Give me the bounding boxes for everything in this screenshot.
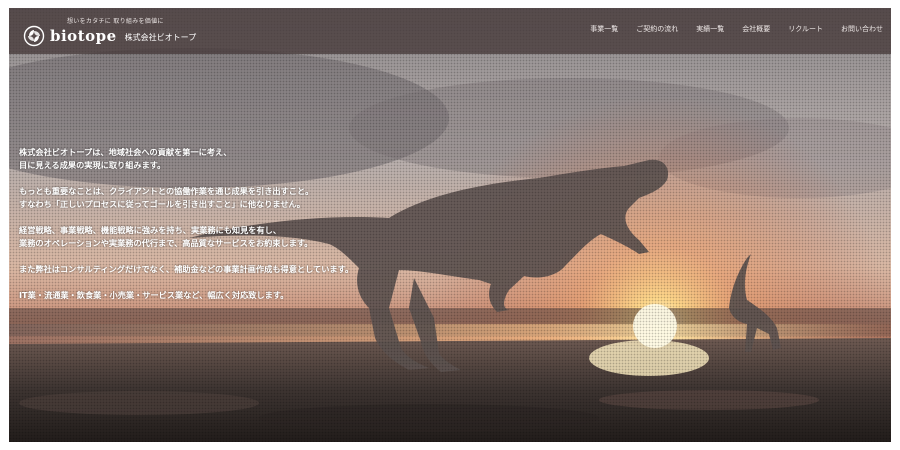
hero-line: また弊社はコンサルティングだけでなく、補助金などの事業計画作成も得意としています… — [19, 264, 354, 274]
nav-company-profile[interactable]: 会社概要 — [742, 24, 770, 34]
hero-line: IT業・流通業・飲食業・小売業・サービス業など、幅広く対応致します。 — [19, 290, 289, 300]
hero-line: もっとも重要なことは、クライアントとの協働作業を通じ成果を引き出すこと。 — [19, 186, 314, 196]
company-name: 株式会社ビオトープ — [124, 32, 197, 42]
nav-contact[interactable]: お問い合わせ — [841, 24, 883, 34]
hero-frame: 想いをカタチに 取り組みを価値に biotope 株式会社ビオトープ 事業一覧 … — [9, 8, 891, 442]
hero-message: 株式会社ビオトープは、地域社会への貢献を第一に考え、 目に見える成果の実現に取り… — [19, 146, 499, 315]
site-header: 想いをカタチに 取り組みを価値に biotope 株式会社ビオトープ 事業一覧 … — [9, 8, 891, 54]
hero-line: 業務のオペレーションや実業務の代行まで、高品質なサービスをお約束します。 — [19, 238, 313, 248]
hero-line: 株式会社ビオトープは、地域社会への貢献を第一に考え、 — [19, 147, 232, 157]
hero-paragraph: IT業・流通業・飲食業・小売業・サービス業など、幅広く対応致します。 — [19, 289, 499, 302]
hero-line: 経営戦略、事業戦略、機能戦略に強みを持ち、実業務にも知見を有し、 — [19, 225, 282, 235]
hero-paragraph: 株式会社ビオトープは、地域社会への貢献を第一に考え、 目に見える成果の実現に取り… — [19, 146, 499, 172]
nav-contract-flow[interactable]: ご契約の流れ — [636, 24, 678, 34]
hero-paragraph: また弊社はコンサルティングだけでなく、補助金などの事業計画作成も得意としています… — [19, 263, 499, 276]
hero-paragraph: 経営戦略、事業戦略、機能戦略に強みを持ち、実業務にも知見を有し、 業務のオペレー… — [19, 224, 499, 250]
brand-name: biotope — [50, 27, 117, 45]
nav-results[interactable]: 実績一覧 — [696, 24, 724, 34]
nav-business-list[interactable]: 事業一覧 — [590, 24, 618, 34]
hero-line: 目に見える成果の実現に取り組みます。 — [19, 160, 166, 170]
main-nav: 事業一覧 ご契約の流れ 実績一覧 会社概要 リクルート お問い合わせ — [590, 24, 883, 34]
nav-recruit[interactable]: リクルート — [788, 24, 823, 34]
hero-paragraph: もっとも重要なことは、クライアントとの協働作業を通じ成果を引き出すこと。 すなわ… — [19, 185, 499, 211]
hero-line: すなわち「正しいプロセスに従ってゴールを引き出すこと」に他なりません。 — [19, 199, 305, 209]
site-logo[interactable]: 想いをカタチに 取り組みを価値に biotope 株式会社ビオトープ — [23, 14, 196, 50]
logo-tagline: 想いをカタチに 取り組みを価値に — [67, 18, 164, 25]
leaf-emblem-icon — [23, 25, 45, 47]
